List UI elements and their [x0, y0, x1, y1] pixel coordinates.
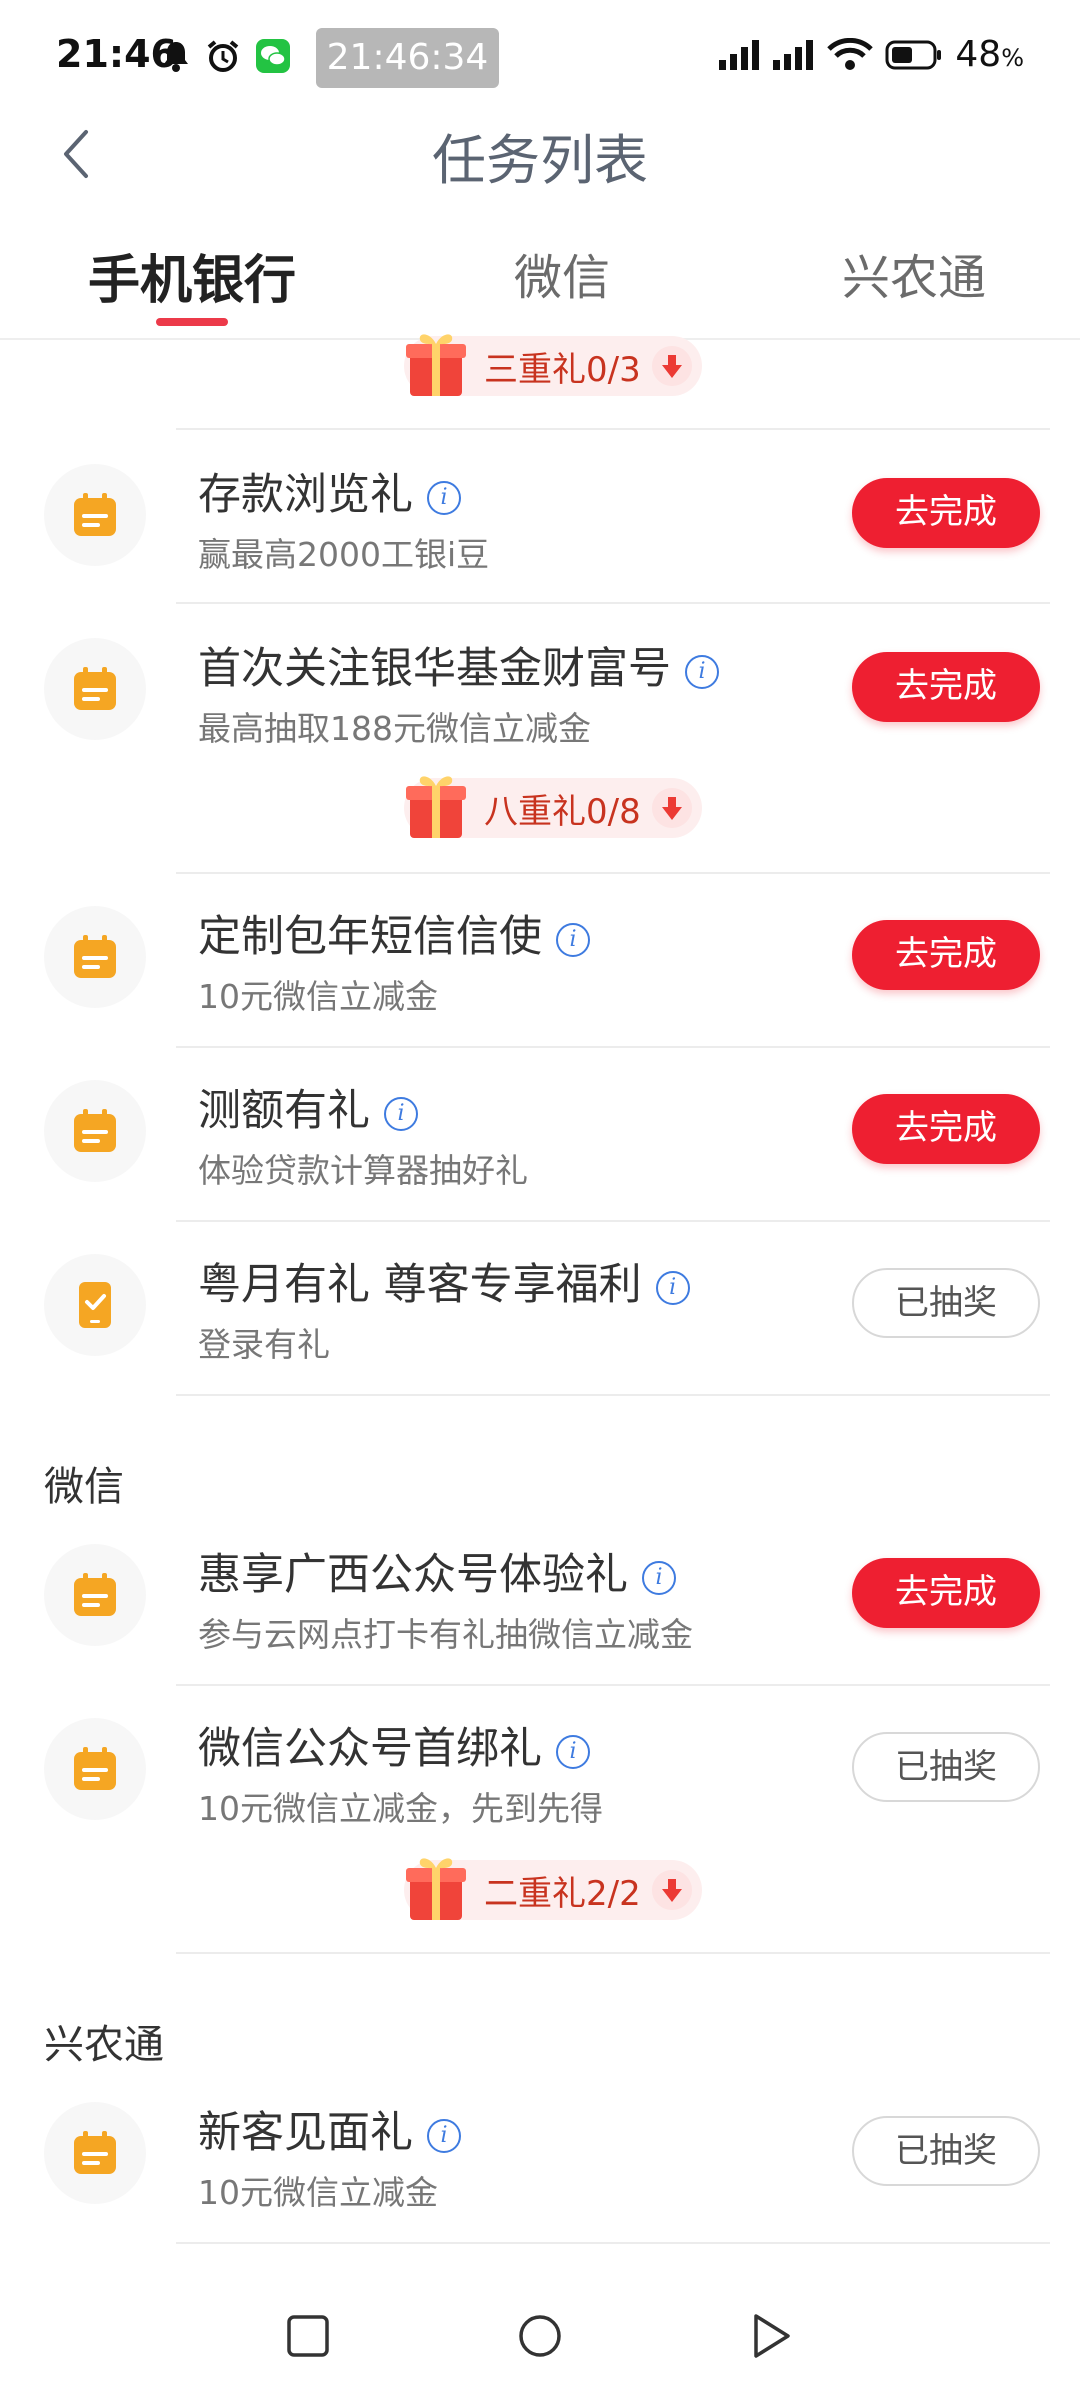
status-bar: 21:46 21:46:34 48%	[0, 0, 1080, 118]
go-complete-button[interactable]: 去完成	[852, 920, 1040, 990]
tab-xingnongtong[interactable]: 兴农通	[842, 238, 986, 308]
task-item[interactable]: 首次关注银华基金财富号 i 最高抽取188元微信立减金 去完成	[0, 604, 1080, 778]
task-item[interactable]: 惠享广西公众号体验礼 i 参与云网点打卡有礼抽微信立减金 去完成	[0, 1510, 1080, 1684]
already-drawn-button[interactable]: 已抽奖	[852, 1268, 1040, 1338]
arrow-down-icon	[652, 346, 692, 386]
task-subtitle: 10元微信立减金	[198, 2173, 438, 2212]
tab-mobile-banking[interactable]: 手机银行	[88, 238, 296, 313]
task-subtitle: 最高抽取188元微信立减金	[198, 709, 591, 748]
page-title: 任务列表	[432, 129, 648, 192]
tab-wechat[interactable]: 微信	[514, 238, 610, 308]
go-complete-button[interactable]: 去完成	[852, 1094, 1040, 1164]
task-list-page: 21:46 21:46:34 48% 任务列表 手机银行 微信 兴农通 三重礼0…	[0, 0, 1080, 2400]
calendar-icon	[74, 1573, 116, 1616]
go-complete-button[interactable]: 去完成	[852, 652, 1040, 722]
task-item[interactable]: 粤月有礼 尊客专享福利 i 登录有礼 已抽奖	[0, 1220, 1080, 1394]
task-title: 惠享广西公众号体验礼 i	[198, 1540, 676, 1602]
task-icon-badge	[44, 1080, 146, 1182]
phone-check-icon	[79, 1282, 111, 1328]
task-item[interactable]: 新客见面礼 i 10元微信立减金 已抽奖	[0, 2068, 1080, 2242]
gift-tier-row[interactable]: 三重礼0/3	[0, 334, 1080, 396]
gift-tier-row[interactable]: 八重礼0/8	[0, 776, 1080, 838]
calendar-icon	[74, 935, 116, 978]
section-title-xingnongtong: 兴农通	[44, 2022, 164, 2068]
task-item[interactable]: 微信公众号首绑礼 i 10元微信立减金，先到先得 已抽奖	[0, 1684, 1080, 1858]
active-tab-indicator	[156, 318, 228, 326]
section-title-wechat: 微信	[44, 1464, 124, 1510]
info-icon[interactable]: i	[427, 480, 461, 515]
divider	[176, 1394, 1050, 1396]
signal-icon	[719, 39, 760, 70]
gift-box-icon	[406, 776, 466, 838]
gift-box-icon	[406, 1858, 466, 1920]
go-complete-button[interactable]: 去完成	[852, 1558, 1040, 1628]
info-icon[interactable]: i	[556, 1734, 590, 1769]
info-icon[interactable]: i	[655, 1270, 690, 1305]
wifi-icon	[827, 37, 874, 70]
screen-record-chip: 21:46:34	[316, 28, 499, 88]
task-item[interactable]: 测额有礼 i 体验贷款计算器抽好礼 去完成	[0, 1046, 1080, 1220]
task-icon-badge	[44, 1544, 146, 1646]
task-item[interactable]: 定制包年短信信使 i 10元微信立减金 去完成	[0, 872, 1080, 1046]
task-title: 存款浏览礼 i	[198, 460, 461, 522]
info-icon[interactable]: i	[556, 922, 590, 957]
recents-square-icon[interactable]	[286, 2314, 330, 2358]
tab-bar: 手机银行 微信 兴农通	[0, 228, 1080, 340]
task-title: 微信公众号首绑礼 i	[198, 1714, 590, 1776]
divider	[176, 2242, 1050, 2244]
task-title: 新客见面礼 i	[198, 2098, 461, 2160]
calendar-icon	[74, 1747, 116, 1790]
task-subtitle: 赢最高2000工银i豆	[198, 535, 490, 574]
calendar-icon	[74, 2131, 116, 2174]
task-icon-badge	[44, 638, 146, 740]
task-icon-badge	[44, 1718, 146, 1820]
gift-tier-row[interactable]: 二重礼2/2	[0, 1858, 1080, 1920]
arrow-down-icon	[652, 1870, 692, 1910]
info-icon[interactable]: i	[384, 1096, 418, 1131]
battery-percent: 48%	[955, 34, 1024, 75]
task-subtitle: 10元微信立减金，先到先得	[198, 1789, 603, 1828]
gift-pill[interactable]: 二重礼2/2	[404, 1858, 702, 1920]
calendar-icon	[74, 667, 116, 710]
task-icon-badge	[44, 464, 146, 566]
info-icon[interactable]: i	[685, 654, 719, 689]
gift-tier-label: 二重礼2/2	[484, 1874, 641, 1914]
gift-pill[interactable]: 三重礼0/3	[404, 334, 702, 396]
wechat-icon	[256, 39, 290, 73]
gift-tier-label: 八重礼0/8	[484, 792, 641, 832]
task-subtitle: 登录有礼	[198, 1325, 330, 1364]
task-item[interactable]: 存款浏览礼 i 赢最高2000工银i豆 去完成	[0, 430, 1080, 604]
alarm-icon	[207, 40, 239, 72]
task-subtitle: 体验贷款计算器抽好礼	[198, 1151, 528, 1190]
gift-pill[interactable]: 八重礼0/8	[404, 776, 702, 838]
arrow-down-icon	[652, 788, 692, 828]
task-icon-badge	[44, 2102, 146, 2204]
task-icon-badge	[44, 1254, 146, 1356]
battery-icon	[885, 40, 942, 69]
already-drawn-button[interactable]: 已抽奖	[852, 1732, 1040, 1802]
task-title: 测额有礼 i	[198, 1076, 418, 1138]
task-subtitle: 10元微信立减金	[198, 977, 438, 1016]
task-subtitle: 参与云网点打卡有礼抽微信立减金	[198, 1615, 693, 1654]
task-icon-badge	[44, 906, 146, 1008]
gift-tier-label: 三重礼0/3	[484, 350, 641, 390]
task-title: 首次关注银华基金财富号 i	[198, 634, 719, 696]
status-right: 48%	[719, 34, 1024, 75]
bell-icon	[164, 42, 188, 72]
calendar-icon	[74, 493, 116, 536]
task-title: 粤月有礼 尊客专享福利 i	[198, 1250, 690, 1312]
home-circle-icon[interactable]	[518, 2314, 562, 2358]
divider	[176, 1952, 1050, 1954]
back-triangle-icon[interactable]	[750, 2312, 794, 2360]
go-complete-button[interactable]: 去完成	[852, 478, 1040, 548]
system-nav-bar	[0, 2280, 1080, 2400]
info-icon[interactable]: i	[642, 1560, 676, 1595]
gift-box-icon	[406, 334, 466, 396]
signal-2-icon	[773, 39, 814, 70]
task-title: 定制包年短信信使 i	[198, 902, 590, 964]
calendar-icon	[74, 1109, 116, 1152]
info-icon[interactable]: i	[427, 2118, 461, 2153]
already-drawn-button[interactable]: 已抽奖	[852, 2116, 1040, 2186]
